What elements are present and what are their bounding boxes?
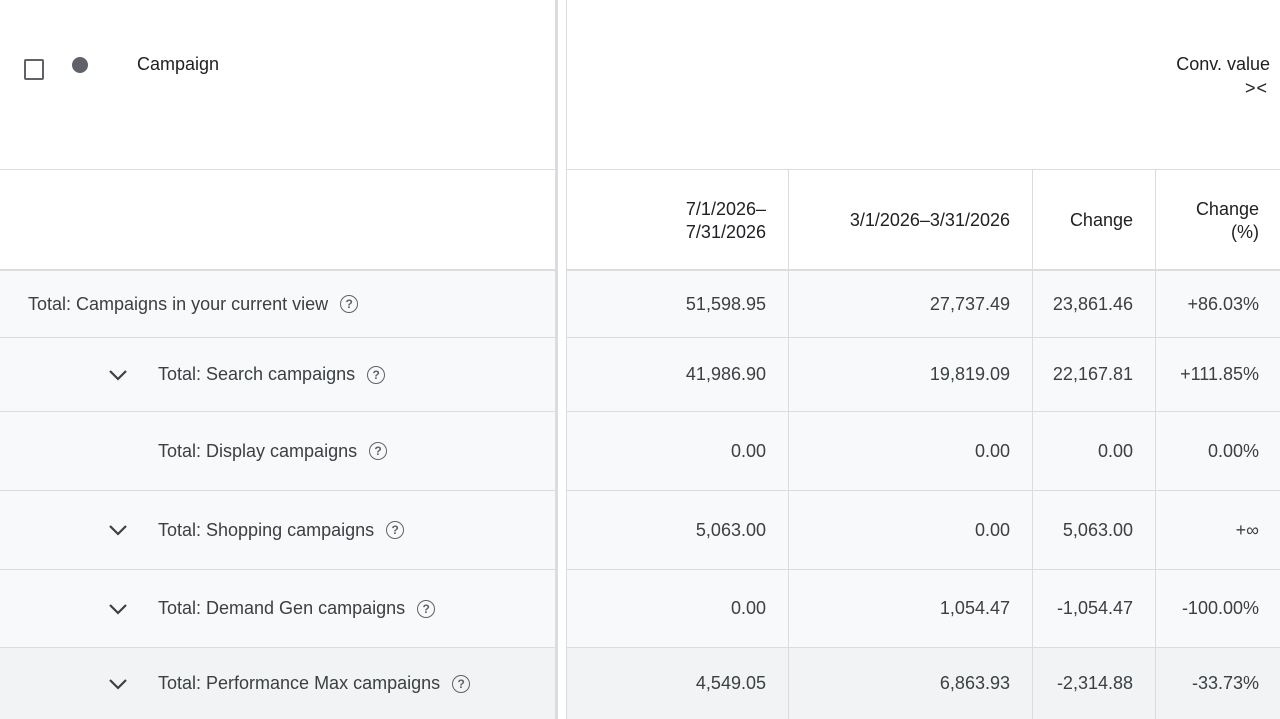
row-label-text: Total: Search campaigns: [158, 364, 356, 384]
cell-period1: 4,549.05: [695, 673, 766, 693]
cell-period1: 51,598.95: [685, 293, 766, 314]
help-circle-icon[interactable]: ?: [452, 674, 471, 693]
collapse-columns-icon[interactable]: ><: [1245, 78, 1268, 99]
help-circle-icon[interactable]: ?: [417, 599, 436, 618]
cell-change-pct: -100.00%: [1155, 570, 1280, 647]
period2-header[interactable]: 3/1/2026–3/31/2026: [788, 170, 1032, 271]
table-row: Total: Display campaigns ? 0.00 0.00 0.0…: [0, 412, 1280, 491]
period2-label: 3/1/2026–3/31/2026: [849, 210, 1010, 231]
cell-period2: 0.00: [788, 412, 1032, 490]
row-label: Total: Campaigns in your current view ?: [28, 271, 359, 337]
table-row: Total: Demand Gen campaigns ? 0.00 1,054…: [0, 570, 1280, 648]
table-row: Total: Shopping campaigns ? 5,063.00 0.0…: [0, 491, 1280, 570]
row-label-text: Total: Shopping campaigns: [158, 519, 375, 540]
cell-change-pct: 0.00%: [1155, 412, 1280, 490]
chevron-down-icon[interactable]: [107, 570, 129, 647]
cell-period2: 19,819.09: [788, 338, 1032, 411]
chevron-down-icon[interactable]: [107, 648, 129, 719]
row-label-text: Total: Demand Gen campaigns: [158, 598, 406, 618]
table-row: Total: Campaigns in your current view ? …: [0, 271, 1280, 338]
table-row: Total: Search campaigns ? 41,986.90 19,8…: [0, 338, 1280, 412]
help-circle-icon[interactable]: ?: [386, 521, 405, 539]
cell-change: 5,063.00: [1032, 491, 1155, 569]
period1-header[interactable]: 7/1/2026– 7/31/2026: [567, 170, 788, 271]
row-label-text: Total: Performance Max campaigns: [158, 673, 441, 693]
cell-period1: 41,986.90: [685, 364, 766, 384]
change-label: Change: [1069, 210, 1133, 231]
cell-change: 0.00: [1032, 412, 1155, 490]
cell-period1: 0.00: [730, 598, 766, 618]
cell-period2: 1,054.47: [788, 570, 1032, 647]
chevron-down-icon[interactable]: [107, 338, 129, 411]
campaign-column-header[interactable]: Campaign: [137, 54, 219, 75]
status-dot-icon: [72, 57, 88, 73]
comparison-subheader: 7/1/2026– 7/31/2026 3/1/2026–3/31/2026 C…: [0, 170, 1280, 271]
row-label: Total: Display campaigns ?: [158, 412, 388, 490]
cell-period2: 6,863.93: [788, 648, 1032, 719]
cell-change-pct: +∞: [1155, 491, 1280, 569]
cell-change-pct: -33.73%: [1155, 648, 1280, 719]
change-pct-header[interactable]: Change (%): [1155, 170, 1280, 271]
cell-change: -2,314.88: [1032, 648, 1155, 719]
row-label-text: Total: Display campaigns: [158, 440, 358, 461]
cell-period1: 5,063.00: [695, 519, 766, 540]
table-row: Total: Performance Max campaigns ? 4,549…: [0, 648, 1280, 719]
row-label-text: Total: Campaigns in your current view: [28, 293, 329, 314]
select-all-checkbox[interactable]: [24, 59, 44, 80]
cell-period1: 0.00: [730, 440, 766, 461]
help-circle-icon[interactable]: ?: [340, 295, 359, 313]
cell-period2: 27,737.49: [788, 271, 1032, 337]
row-label: Total: Shopping campaigns ?: [158, 491, 405, 569]
cell-change: 23,861.46: [1032, 271, 1155, 337]
cell-change-pct: +86.03%: [1155, 271, 1280, 337]
table-header: Campaign Conv. value ><: [0, 0, 1280, 170]
conv-value-column-header[interactable]: Conv. value: [1176, 54, 1270, 75]
help-circle-icon[interactable]: ?: [369, 442, 388, 460]
row-label: Total: Search campaigns ?: [158, 338, 386, 411]
row-label: Total: Demand Gen campaigns ?: [158, 570, 436, 647]
row-label: Total: Performance Max campaigns ?: [158, 648, 471, 719]
cell-change: 22,167.81: [1032, 338, 1155, 411]
chevron-down-icon[interactable]: [107, 491, 129, 569]
cell-change-pct: +111.85%: [1155, 338, 1280, 411]
help-circle-icon[interactable]: ?: [367, 365, 386, 384]
change-header[interactable]: Change: [1032, 170, 1155, 271]
period1-label: 7/1/2026– 7/31/2026: [685, 199, 766, 242]
change-pct-label: Change (%): [1195, 199, 1259, 242]
frozen-column-divider[interactable]: [555, 0, 567, 719]
cell-change: -1,054.47: [1032, 570, 1155, 647]
cell-period2: 0.00: [788, 491, 1032, 569]
